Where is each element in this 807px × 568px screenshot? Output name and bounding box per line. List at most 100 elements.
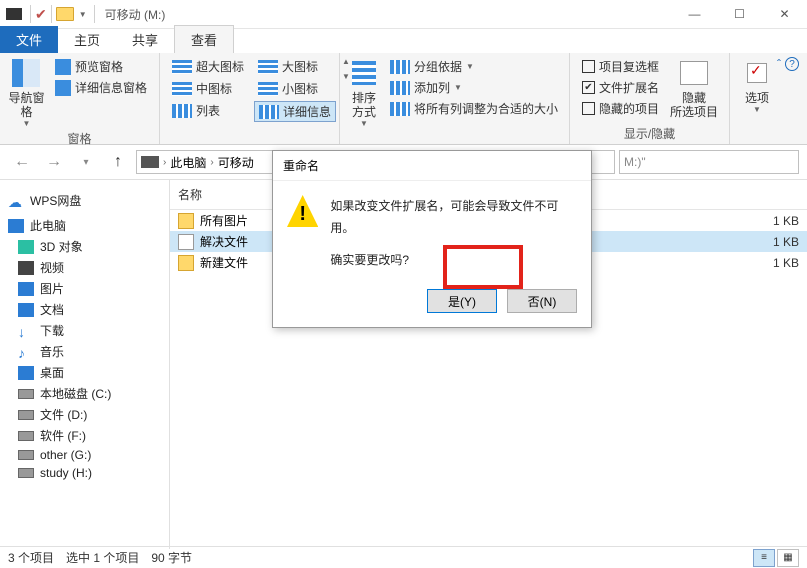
sidebar-desktop[interactable]: 桌面	[0, 362, 169, 383]
sidebar-3d-objects[interactable]: 3D 对象	[0, 236, 169, 257]
pc-icon	[8, 219, 24, 233]
add-columns-button[interactable]: 添加列 ▼	[386, 78, 562, 97]
view-thumbnails-button[interactable]: ▦	[777, 549, 799, 567]
search-input[interactable]: M:)"	[619, 150, 799, 174]
sidebar-music[interactable]: ♪音乐	[0, 341, 169, 362]
large-icon	[258, 60, 278, 74]
chevron-down-icon[interactable]: ▼	[79, 10, 87, 19]
details-icon	[259, 105, 279, 119]
rename-dialog: 重命名 ! 如果改变文件扩展名，可能会导致文件不可用。 确实要更改吗? 是(Y)…	[272, 150, 592, 328]
layout-small[interactable]: 小图标	[254, 79, 336, 98]
folder-icon	[178, 213, 194, 229]
sidebar-wps[interactable]: ☁WPS网盘	[0, 190, 169, 211]
forward-button[interactable]: →	[40, 148, 68, 176]
view-details-button[interactable]: ≡	[753, 549, 775, 567]
layout-xlarge[interactable]: 超大图标	[168, 57, 248, 76]
preview-pane-button[interactable]: 预览窗格	[51, 57, 151, 76]
checkbox-icon	[582, 60, 595, 73]
breadcrumb-drive[interactable]: 可移动	[218, 154, 254, 171]
pictures-icon	[18, 282, 34, 296]
drive-icon	[18, 410, 34, 420]
layout-medium[interactable]: 中图标	[168, 79, 248, 98]
maximize-button[interactable]: ☐	[717, 0, 762, 28]
tab-file[interactable]: 文件	[0, 26, 58, 53]
yes-button[interactable]: 是(Y)	[427, 289, 497, 313]
music-icon: ♪	[18, 345, 34, 359]
sidebar-videos[interactable]: 视频	[0, 257, 169, 278]
autosize-icon	[390, 102, 410, 116]
minimize-button[interactable]: ―	[672, 0, 717, 28]
dialog-message-2: 确实要更改吗?	[330, 249, 577, 271]
tab-home[interactable]: 主页	[58, 26, 116, 53]
warning-icon: !	[287, 195, 318, 227]
sort-icon	[352, 61, 376, 85]
layout-large[interactable]: 大图标	[254, 57, 336, 76]
sidebar-drive-h[interactable]: study (H:)	[0, 464, 169, 482]
group-label-panes: 窗格	[8, 128, 151, 147]
hide-icon	[680, 61, 708, 85]
objects-icon	[18, 240, 34, 254]
sidebar-drive-f[interactable]: 软件 (F:)	[0, 425, 169, 446]
ribbon-help: ˆ ?	[777, 57, 799, 71]
title-bar: ✔ ▼ 可移动 (M:) ― ☐ ✕	[0, 0, 807, 29]
column-size[interactable]	[747, 180, 807, 209]
close-button[interactable]: ✕	[762, 0, 807, 28]
app-icon	[6, 8, 22, 20]
checkbox-file-extensions[interactable]: ✔文件扩展名	[578, 78, 663, 97]
group-label-showhide: 显示/隐藏	[578, 123, 721, 142]
sidebar-drive-d[interactable]: 文件 (D:)	[0, 404, 169, 425]
sidebar-documents[interactable]: 文档	[0, 299, 169, 320]
window-title: 可移动 (M:)	[105, 6, 166, 23]
video-icon	[18, 261, 34, 275]
status-bar: 3 个项目 选中 1 个项目 90 字节 ≡ ▦	[0, 546, 807, 568]
downloads-icon: ↓	[18, 324, 34, 338]
group-by-button[interactable]: 分组依据 ▼	[386, 57, 562, 76]
sidebar: ☁WPS网盘 此电脑 3D 对象 视频 图片 文档 ↓下载 ♪音乐 桌面 本地磁…	[0, 180, 170, 549]
checkbox-item-checkboxes[interactable]: 项目复选框	[578, 57, 663, 76]
tab-view[interactable]: 查看	[174, 25, 234, 53]
quick-access-save-icon[interactable]: ✔	[35, 6, 47, 23]
status-item-count: 3 个项目	[8, 549, 54, 566]
breadcrumb-pc[interactable]: 此电脑	[170, 154, 206, 171]
drive-icon	[18, 450, 34, 460]
sort-button[interactable]: 排序方式 ▼	[348, 57, 380, 128]
sidebar-downloads[interactable]: ↓下载	[0, 320, 169, 341]
no-button[interactable]: 否(N)	[507, 289, 577, 313]
drive-icon	[141, 156, 159, 168]
text-file-icon	[178, 234, 194, 250]
up-button[interactable]: ↑	[104, 148, 132, 176]
navigation-pane-button[interactable]: 导航窗格 ▼	[8, 57, 45, 128]
collapse-ribbon-icon[interactable]: ˆ	[777, 57, 781, 71]
ribbon-tabs: 文件 主页 共享 查看	[0, 29, 807, 53]
sidebar-pictures[interactable]: 图片	[0, 278, 169, 299]
status-selection: 选中 1 个项目	[66, 549, 139, 566]
layout-list[interactable]: 列表	[168, 101, 248, 120]
checkbox-hidden-items[interactable]: 隐藏的项目	[578, 99, 663, 118]
sidebar-drive-c[interactable]: 本地磁盘 (C:)	[0, 383, 169, 404]
chevron-right-icon: ›	[210, 157, 213, 168]
sidebar-drive-g[interactable]: other (G:)	[0, 446, 169, 464]
cloud-icon: ☁	[8, 194, 24, 208]
folder-icon	[56, 7, 74, 21]
autosize-columns-button[interactable]: 将所有列调整为合适的大小	[386, 99, 562, 118]
medium-icon	[172, 82, 192, 96]
hide-selected-button[interactable]: 隐藏 所选项目	[669, 57, 719, 119]
desktop-icon	[18, 366, 34, 380]
group-label-view	[348, 128, 561, 144]
tab-share[interactable]: 共享	[116, 26, 174, 53]
chevron-right-icon: ›	[163, 157, 166, 168]
details-pane-button[interactable]: 详细信息窗格	[51, 78, 151, 97]
back-button[interactable]: ←	[8, 148, 36, 176]
documents-icon	[18, 303, 34, 317]
dialog-title: 重命名	[273, 151, 591, 181]
small-icon	[258, 82, 278, 96]
layout-details[interactable]: 详细信息	[254, 101, 336, 122]
dialog-message-1: 如果改变文件扩展名，可能会导致文件不可用。	[330, 195, 577, 239]
options-button[interactable]: 选项 ▼	[738, 57, 776, 114]
ribbon: ˆ ? 导航窗格 ▼ 预览窗格 详细信息窗格 窗格 超大图标 中图标 列表 大图…	[0, 53, 807, 145]
sidebar-this-pc[interactable]: 此电脑	[0, 215, 169, 236]
chevron-down-icon: ▼	[753, 105, 761, 114]
recent-locations-button[interactable]: ▾	[72, 148, 100, 176]
help-icon[interactable]: ?	[785, 57, 799, 71]
status-size: 90 字节	[151, 549, 192, 566]
